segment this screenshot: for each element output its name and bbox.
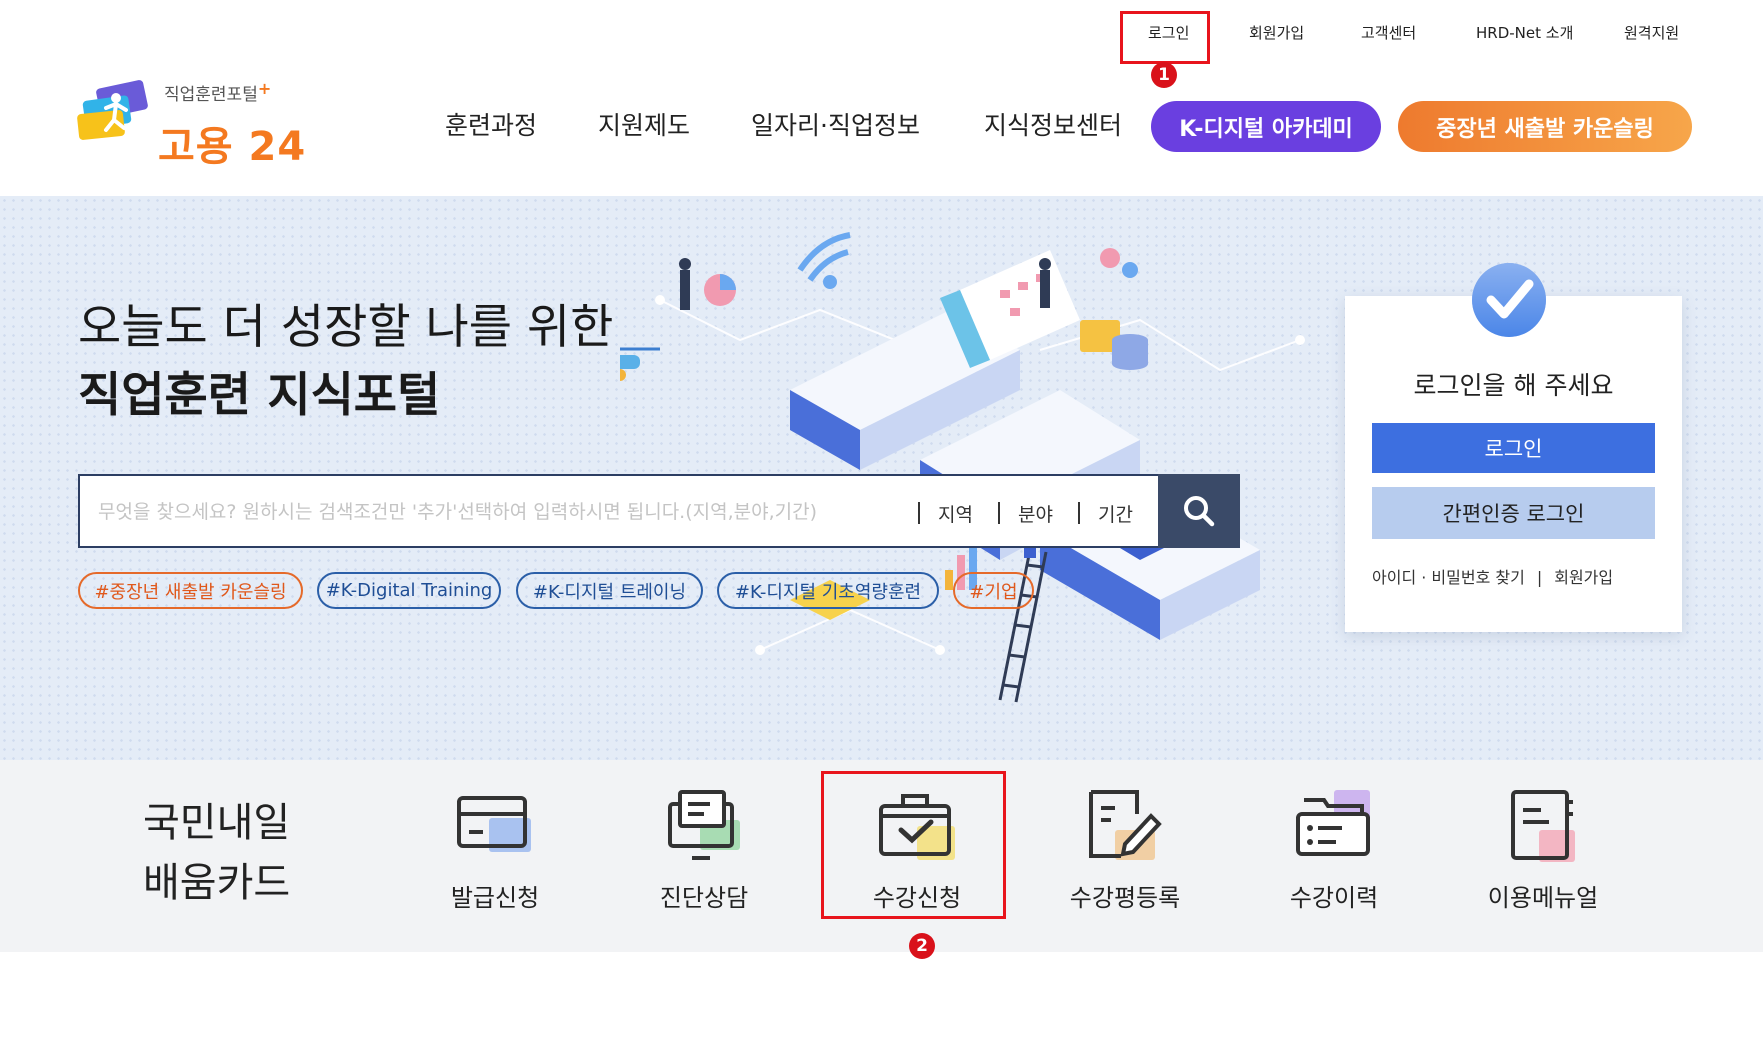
folder-history-icon [1296, 790, 1370, 856]
card-signup-link[interactable]: 회원가입 [1554, 568, 1613, 587]
annotation-box-course-registration [821, 771, 1006, 919]
service-user-manual[interactable]: 이용메뉴얼 [1463, 786, 1623, 916]
manual-book-icon [1511, 790, 1575, 862]
card-icon [457, 796, 531, 852]
top-signup-link[interactable]: 회원가입 [1249, 22, 1304, 46]
service-label: 이용메뉴얼 [1487, 884, 1599, 912]
simple-auth-login-button[interactable]: 간편인증 로그인 [1372, 487, 1655, 539]
service-course-review[interactable]: 수강평등록 [1045, 786, 1205, 916]
hashtag-k-digital-basic[interactable]: #K-디지털 기초역량훈련 [717, 572, 939, 609]
card-services-title-line2: 배움카드 [143, 860, 291, 906]
card-services-title-line1: 국민내일 [143, 800, 291, 846]
login-prompt-text: 로그인을 해 주세요 [1413, 371, 1614, 400]
service-course-history[interactable]: 수강이력 [1254, 786, 1414, 916]
top-about-link[interactable]: HRD-Net 소개 [1476, 22, 1573, 46]
service-issue-application[interactable]: 발급신청 [415, 786, 575, 916]
search-filter-region[interactable]: 지역 [918, 500, 973, 527]
top-remote-link[interactable]: 원격지원 [1624, 22, 1679, 46]
login-button[interactable]: 로그인 [1372, 423, 1655, 473]
service-diagnostic-consulting[interactable]: 진단상담 [624, 786, 784, 916]
nav-support-system[interactable]: 지원제도 [598, 106, 690, 142]
logo-icon[interactable] [76, 78, 156, 144]
document-pen-icon [1089, 790, 1162, 860]
hashtag-enterprise[interactable]: #기업 [953, 572, 1034, 609]
search-bar: 지역 분야 기간 [78, 474, 1240, 548]
search-filter-field[interactable]: 분야 [998, 500, 1053, 527]
login-card: 로그인을 해 주세요 로그인 간편인증 로그인 아이디 · 비밀번호 찾기 | 회원… [1345, 296, 1682, 632]
service-label: 수강평등록 [1069, 884, 1181, 912]
search-button[interactable] [1158, 474, 1240, 548]
hashtag-k-digital-training-en[interactable]: #K-Digital Training [317, 572, 501, 609]
logo-plus: + [257, 79, 272, 98]
hrd-isometric-illustration [620, 232, 1305, 703]
service-label: 발급신청 [450, 884, 540, 912]
top-support-link[interactable]: 고객센터 [1361, 22, 1416, 46]
service-label: 진단상담 [659, 884, 749, 912]
k-digital-academy-button[interactable]: K-디지털 아카데미 [1151, 101, 1381, 152]
search-input[interactable] [98, 494, 918, 530]
middle-age-counseling-button[interactable]: 중장년 새출발 카운슬링 [1398, 101, 1692, 152]
service-label: 수강이력 [1289, 884, 1379, 912]
hero-headline-line2: 직업훈련 지식포털 [78, 368, 441, 423]
check-circle-icon [1472, 263, 1546, 337]
monitor-chat-icon [668, 790, 740, 860]
hero-headline-line1: 오늘도 더 성장할 나를 위한 [78, 300, 614, 355]
annotation-marker-1: 1 [1151, 62, 1177, 88]
nav-knowledge-center[interactable]: 지식정보센터 [984, 106, 1122, 142]
annotation-marker-2: 2 [909, 933, 935, 959]
login-links: 아이디 · 비밀번호 찾기 | 회원가입 [1372, 564, 1613, 588]
nav-job-info[interactable]: 일자리·직업정보 [751, 106, 920, 142]
logo-title[interactable]: 고용 24 [158, 114, 306, 172]
hashtag-k-digital-training-ko[interactable]: #K-디지털 트레이닝 [516, 572, 703, 609]
logo-subtitle: 직업훈련포털+ [164, 79, 272, 105]
annotation-box-login [1120, 11, 1210, 64]
find-id-password-link[interactable]: 아이디 · 비밀번호 찾기 [1372, 568, 1525, 587]
hashtag-middle-age-counseling[interactable]: #중장년 새출발 카운슬링 [78, 572, 303, 609]
nav-training-courses[interactable]: 훈련과정 [445, 106, 537, 142]
search-filter-period[interactable]: 기간 [1078, 500, 1133, 527]
search-icon [1184, 496, 1215, 527]
link-separator: | [1536, 568, 1543, 587]
